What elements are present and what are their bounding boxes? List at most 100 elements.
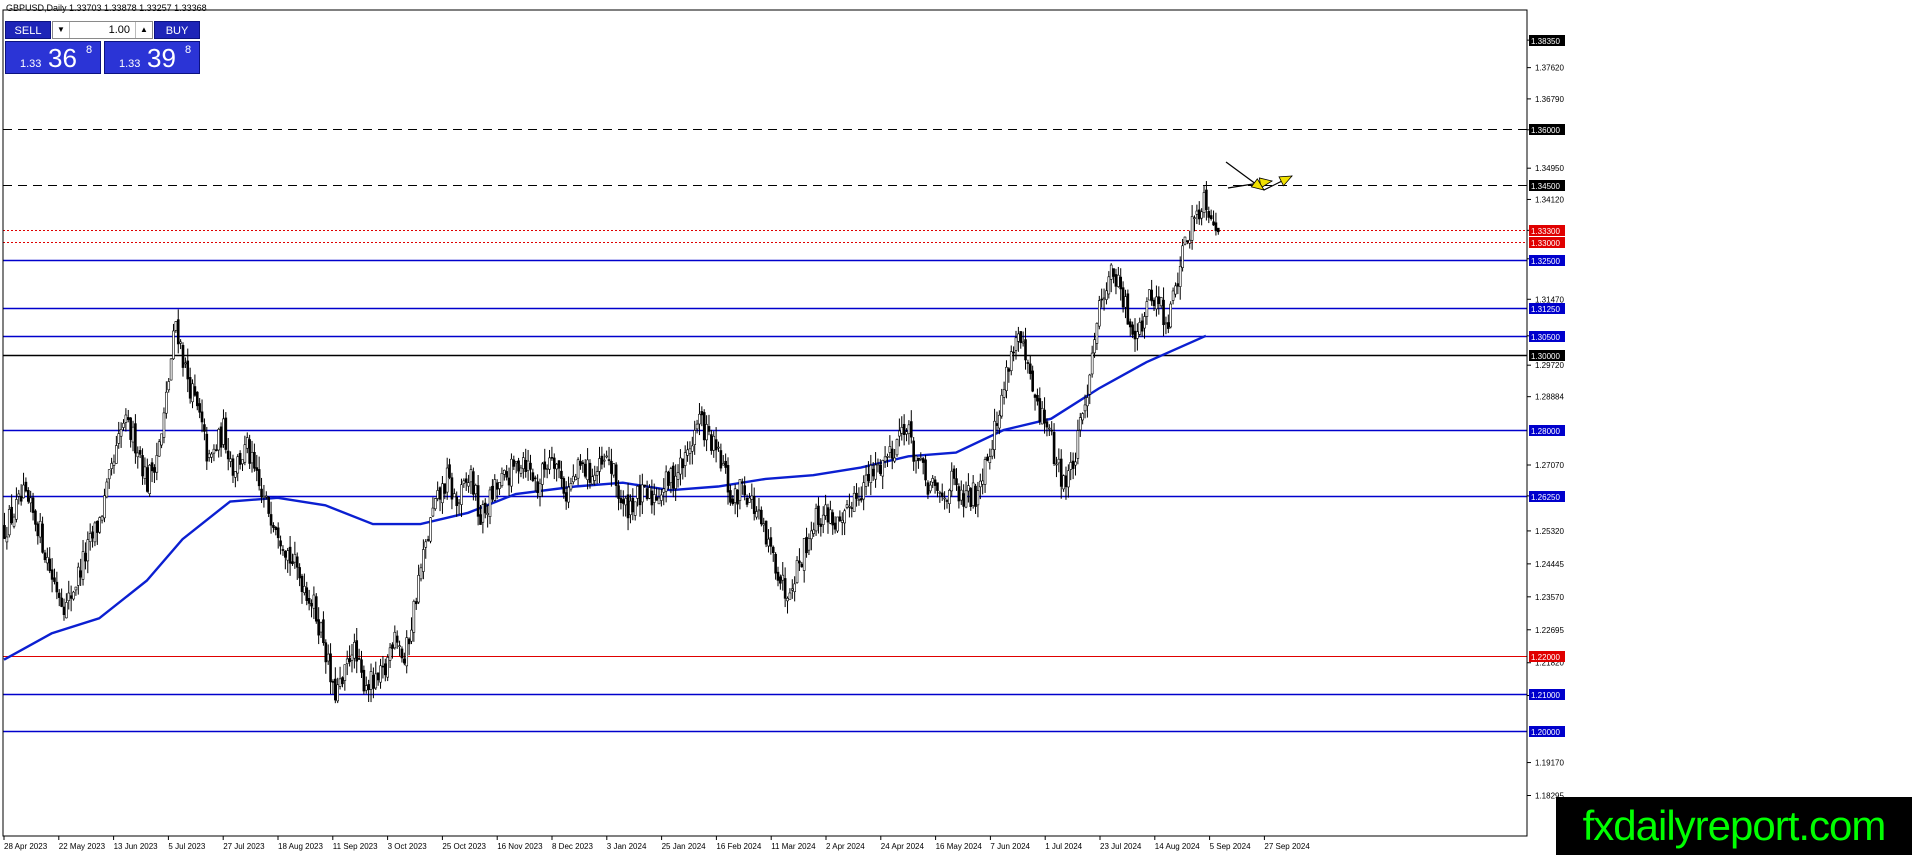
candle-body-bull [5,536,9,543]
candle-body-bull [410,629,413,642]
candle-body-bear [729,490,732,503]
candle-body-bull [641,484,644,503]
candle-body-bear [1133,330,1137,340]
candle-body-bull [1138,322,1142,335]
candle-body-bull [1124,296,1127,308]
candle-body-bull [115,445,118,464]
candle-body-bear [1036,395,1039,402]
candle-body-bear [621,499,625,504]
candle-body-bull [795,560,799,583]
lot-decrease-icon[interactable]: ▼ [53,22,70,38]
candle-body-bear [1043,409,1046,424]
candle-body-bull [1202,192,1206,213]
candle-body-bull [812,529,816,534]
candle-body-bull [236,456,240,474]
candle-body-bull [717,446,720,449]
lot-size-value: 1.00 [108,24,130,36]
candle-body-bull [15,499,18,520]
candle-body-bull [243,444,247,463]
candle-body-bull [369,671,373,690]
candle-body-bear [974,485,977,507]
candle-body-bull [143,466,147,479]
candle-body-bull [881,460,885,477]
candle-body-bull [343,664,347,681]
candle-body-bull [886,456,889,458]
candle [433,497,437,511]
candle-body-bear [1019,331,1023,344]
current-price-label: 1.38350 [1531,37,1560,46]
candle-body-bear [443,483,447,494]
candle-body-bull [417,575,420,603]
candle-body-bull [81,551,85,580]
candle-body-bear [495,482,499,490]
sell-button[interactable]: SELL [5,21,51,39]
level-label-9: 1.26250 [1531,493,1560,502]
candle-body-bull [117,433,121,444]
candle-body-bull [907,424,911,434]
candle-body-bear [610,460,613,474]
candle-body-bull [695,423,699,430]
sell-price-box[interactable]: 1.33 36 8 [5,41,101,74]
candle-body-bear [771,546,775,554]
candle-body-bull [1055,463,1058,466]
candle [836,516,839,533]
candle-body-bear [752,496,756,514]
candle-body-bear [1205,189,1208,210]
x-tick-label-6: 11 Sep 2023 [333,842,378,851]
candle-body-bear [24,481,28,492]
candle-body-bull [1109,264,1113,280]
candle-body-bull [457,502,461,504]
candle-body-bear [1212,221,1215,226]
candle-body-bear [617,485,620,499]
candle-body-bear [362,669,366,692]
candle-body-bear [215,449,218,452]
candle-body-bear [141,455,144,477]
x-tick-label-16: 24 Apr 2024 [881,842,925,851]
candle-body-bull [431,507,435,517]
candle-body-bear [710,434,713,451]
candle-body-bull [538,482,542,497]
candle-body-bear [779,576,782,584]
candle-body-bull [1021,341,1025,344]
x-tick-label-5: 18 Aug 2023 [278,842,323,851]
x-tick-label-13: 16 Feb 2024 [716,842,761,851]
candle-body-bear [341,677,344,685]
candle-body-bear [1157,296,1161,305]
candle-body-bear [224,417,228,450]
candle-body-bear [512,459,516,467]
candle-body-bear [581,462,585,464]
candle-body-bull [721,463,725,466]
candle-body-bull [38,520,42,538]
candle-body-bull [419,567,423,580]
candle-body-bear [314,596,318,622]
candle-body-bear [552,457,556,469]
candle-body-bear [1028,363,1032,374]
candle-body-bull [1190,216,1194,241]
candle-body-bull [905,431,908,435]
candle-body-bull [633,501,637,516]
candle-body-bear [879,464,882,474]
candle-body-bull [593,474,597,481]
candle [795,556,799,584]
buy-price-fraction: 8 [185,44,192,56]
candle-body-bull [1098,300,1101,327]
candle-body-bull [691,445,694,452]
candle [314,593,318,624]
buy-price-box[interactable]: 1.33 39 8 [104,41,200,74]
price-chart[interactable]: 1.383501.376201.367901.359701.349501.341… [0,0,1912,855]
candle-body-bear [995,423,999,426]
candle-body-bull [971,482,975,506]
lot-size-input[interactable]: ▼ 1.00 ▲ [52,21,153,39]
candle-body-bull [1102,297,1106,300]
candle-body-bear [936,482,939,491]
candle-body-bear [1050,429,1053,432]
candle-body-bear [19,495,23,502]
candle-body-bull [929,484,932,492]
candle-body-bull [1105,290,1108,300]
lot-increase-icon[interactable]: ▲ [135,22,152,38]
candle-body-bear [1100,298,1103,301]
buy-button[interactable]: BUY [154,21,200,39]
candle-body-bull [119,429,123,437]
candle-body-bull [210,453,213,458]
candle-body-bull [976,490,980,506]
